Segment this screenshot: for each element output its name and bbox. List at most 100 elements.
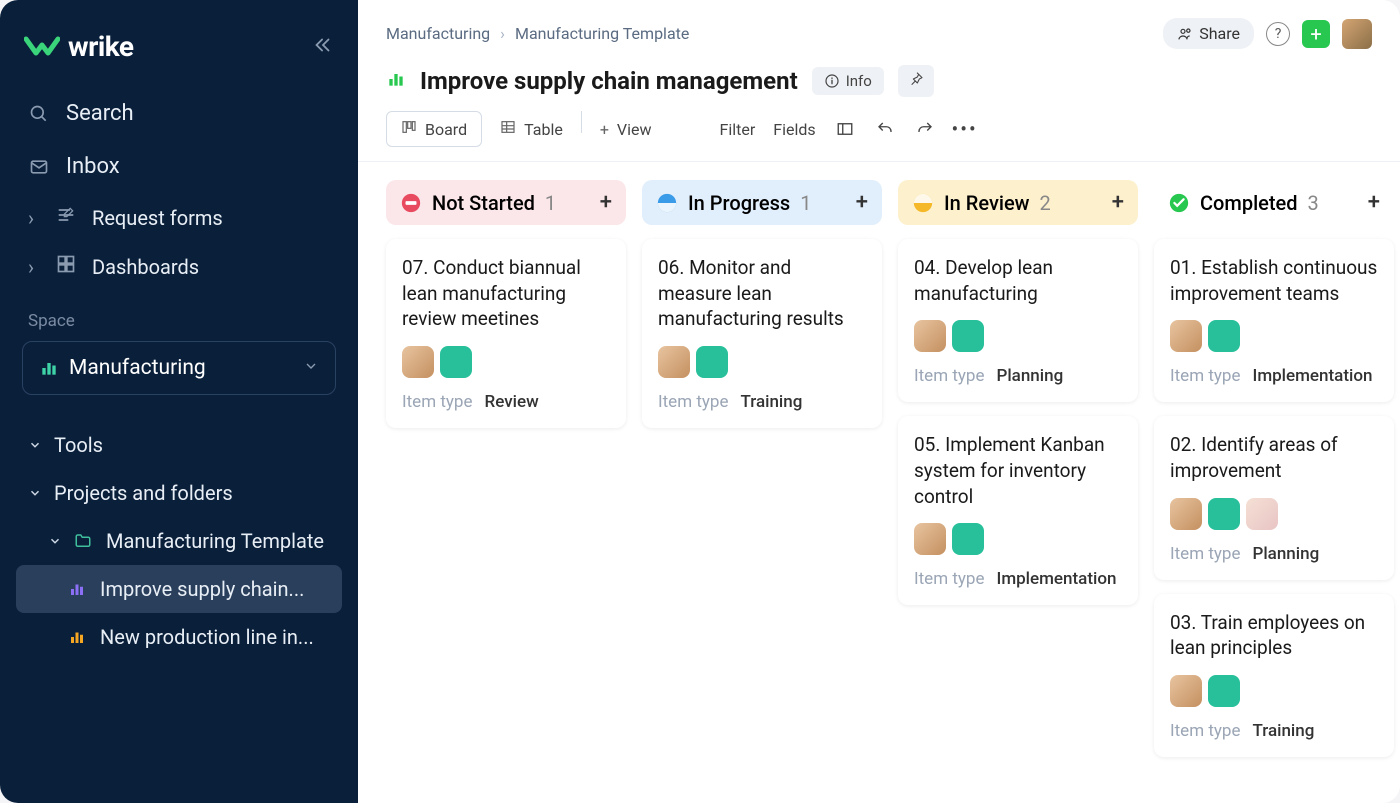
sidebar: wrike Search Inbox › Request forms › Das… bbox=[0, 0, 358, 803]
form-icon bbox=[56, 205, 78, 230]
assignee-avatar[interactable] bbox=[696, 346, 728, 378]
breadcrumb-link-0[interactable]: Manufacturing bbox=[386, 24, 490, 43]
card-meta: Item typeImplementation bbox=[1170, 366, 1378, 386]
board-column: In Review 2 +04. Develop lean manufacturin… bbox=[898, 180, 1138, 785]
filter-button[interactable]: Filter bbox=[720, 120, 756, 139]
more-button[interactable]: ••• bbox=[954, 118, 976, 140]
space-selector[interactable]: Manufacturing bbox=[22, 341, 336, 395]
plus-icon: + bbox=[600, 120, 609, 139]
assignee-avatar[interactable] bbox=[1208, 498, 1240, 530]
logo[interactable]: wrike bbox=[24, 30, 134, 63]
view-tab-board-label: Board bbox=[425, 120, 467, 139]
question-icon: ? bbox=[1275, 26, 1282, 42]
board-card[interactable]: 05. Implement Kanban system for inventor… bbox=[898, 416, 1138, 605]
view-tab-add[interactable]: + View bbox=[586, 111, 666, 147]
tree-project-production-line[interactable]: New production line in... bbox=[0, 613, 358, 661]
column-count: 3 bbox=[1308, 191, 1319, 215]
tree-project-supply-chain[interactable]: Improve supply chain... bbox=[16, 565, 342, 613]
column-name: In Progress bbox=[688, 191, 790, 215]
inbox-icon bbox=[28, 157, 50, 177]
column-header[interactable]: Completed3+ bbox=[1154, 180, 1394, 225]
tree-template[interactable]: Manufacturing Template bbox=[0, 517, 358, 565]
status-icon bbox=[912, 192, 934, 214]
view-tab-add-label: View bbox=[617, 120, 652, 139]
card-meta: Item typePlanning bbox=[914, 366, 1122, 386]
board-card[interactable]: 06. Monitor and measure lean manufacturi… bbox=[642, 239, 882, 428]
add-card-button[interactable]: + bbox=[1368, 190, 1380, 215]
column-header[interactable]: In Progress1+ bbox=[642, 180, 882, 225]
assignee-avatar[interactable] bbox=[952, 320, 984, 352]
assignee-avatar[interactable] bbox=[1170, 675, 1202, 707]
column-header[interactable]: In Review 2 + bbox=[898, 180, 1138, 225]
fields-button[interactable]: Fields bbox=[773, 120, 815, 139]
space-label: Space bbox=[0, 291, 358, 341]
chevron-double-left-icon bbox=[312, 34, 334, 56]
add-card-button[interactable]: + bbox=[1112, 190, 1124, 215]
assignee-avatar[interactable] bbox=[440, 346, 472, 378]
collapse-sidebar-button[interactable] bbox=[312, 34, 334, 60]
pin-button[interactable] bbox=[898, 65, 934, 97]
nav-search[interactable]: Search bbox=[0, 87, 358, 140]
card-title: 07. Conduct biannual lean manufacturing … bbox=[402, 255, 610, 332]
card-avatars bbox=[914, 523, 1122, 555]
project-icon bbox=[68, 580, 88, 598]
tree-projects-folders[interactable]: Projects and folders bbox=[0, 469, 358, 517]
expand-button[interactable] bbox=[834, 118, 856, 140]
chevron-down-icon bbox=[48, 529, 62, 553]
board-card[interactable]: 01. Establish continuous improvement tea… bbox=[1154, 239, 1394, 402]
board-column: Completed3+01. Establish continuous impr… bbox=[1154, 180, 1394, 785]
column-name: In Review bbox=[944, 191, 1030, 215]
nav-dashboards[interactable]: › Dashboards bbox=[0, 242, 358, 291]
assignee-avatar[interactable] bbox=[658, 346, 690, 378]
card-meta: Item typeTraining bbox=[1170, 721, 1378, 741]
assignee-avatar[interactable] bbox=[914, 523, 946, 555]
assignee-avatar[interactable] bbox=[914, 320, 946, 352]
assignee-avatar[interactable] bbox=[952, 523, 984, 555]
undo-button[interactable] bbox=[874, 118, 896, 140]
board-card[interactable]: 03. Train employees on lean principlesIt… bbox=[1154, 594, 1394, 757]
help-button[interactable]: ? bbox=[1266, 22, 1290, 46]
add-card-button[interactable]: + bbox=[600, 190, 612, 215]
user-avatar[interactable] bbox=[1342, 19, 1372, 49]
expand-icon bbox=[836, 120, 854, 138]
tree-project1-label: Improve supply chain... bbox=[100, 577, 304, 601]
assignee-avatar[interactable] bbox=[1170, 498, 1202, 530]
brand-text: wrike bbox=[68, 30, 134, 63]
share-button[interactable]: Share bbox=[1163, 18, 1254, 49]
assignee-avatar[interactable] bbox=[1246, 498, 1278, 530]
column-header[interactable]: Not Started1+ bbox=[386, 180, 626, 225]
assignee-avatar[interactable] bbox=[1170, 320, 1202, 352]
column-count: 1 bbox=[545, 191, 556, 215]
title-row: Improve supply chain management Info bbox=[358, 49, 1400, 111]
card-avatars bbox=[402, 346, 610, 378]
card-title: 01. Establish continuous improvement tea… bbox=[1170, 255, 1378, 306]
breadcrumb: Manufacturing › Manufacturing Template bbox=[386, 24, 1163, 43]
view-tab-table-label: Table bbox=[524, 120, 563, 139]
tree-tools[interactable]: Tools bbox=[0, 421, 358, 469]
chevron-right-icon: › bbox=[500, 24, 505, 43]
status-icon bbox=[656, 192, 678, 214]
nav-inbox[interactable]: Inbox bbox=[0, 140, 358, 193]
card-avatars bbox=[658, 346, 866, 378]
view-tab-board[interactable]: Board bbox=[386, 111, 482, 147]
assignee-avatar[interactable] bbox=[1208, 675, 1240, 707]
redo-button[interactable] bbox=[914, 118, 936, 140]
assignee-avatar[interactable] bbox=[1208, 320, 1240, 352]
main: Manufacturing › Manufacturing Template S… bbox=[358, 0, 1400, 803]
add-card-button[interactable]: + bbox=[856, 190, 868, 215]
info-button[interactable]: Info bbox=[812, 67, 884, 95]
add-button[interactable]: + bbox=[1302, 20, 1330, 48]
view-row: Board Table + View Filter Fields ••• bbox=[358, 111, 1400, 162]
chevron-right-icon: › bbox=[28, 255, 42, 279]
board-card[interactable]: 02. Identify areas of improvementItem ty… bbox=[1154, 416, 1394, 579]
assignee-avatar[interactable] bbox=[402, 346, 434, 378]
view-tab-table[interactable]: Table bbox=[486, 111, 577, 147]
nav-request-forms-label: Request forms bbox=[92, 206, 223, 230]
board-card[interactable]: 07. Conduct biannual lean manufacturing … bbox=[386, 239, 626, 428]
info-icon bbox=[824, 73, 840, 89]
topbar: Manufacturing › Manufacturing Template S… bbox=[358, 0, 1400, 49]
nav-request-forms[interactable]: › Request forms bbox=[0, 193, 358, 242]
board-card[interactable]: 04. Develop lean manufacturingItem typeP… bbox=[898, 239, 1138, 402]
card-avatars bbox=[1170, 320, 1378, 352]
column-count: 2 bbox=[1040, 191, 1051, 215]
